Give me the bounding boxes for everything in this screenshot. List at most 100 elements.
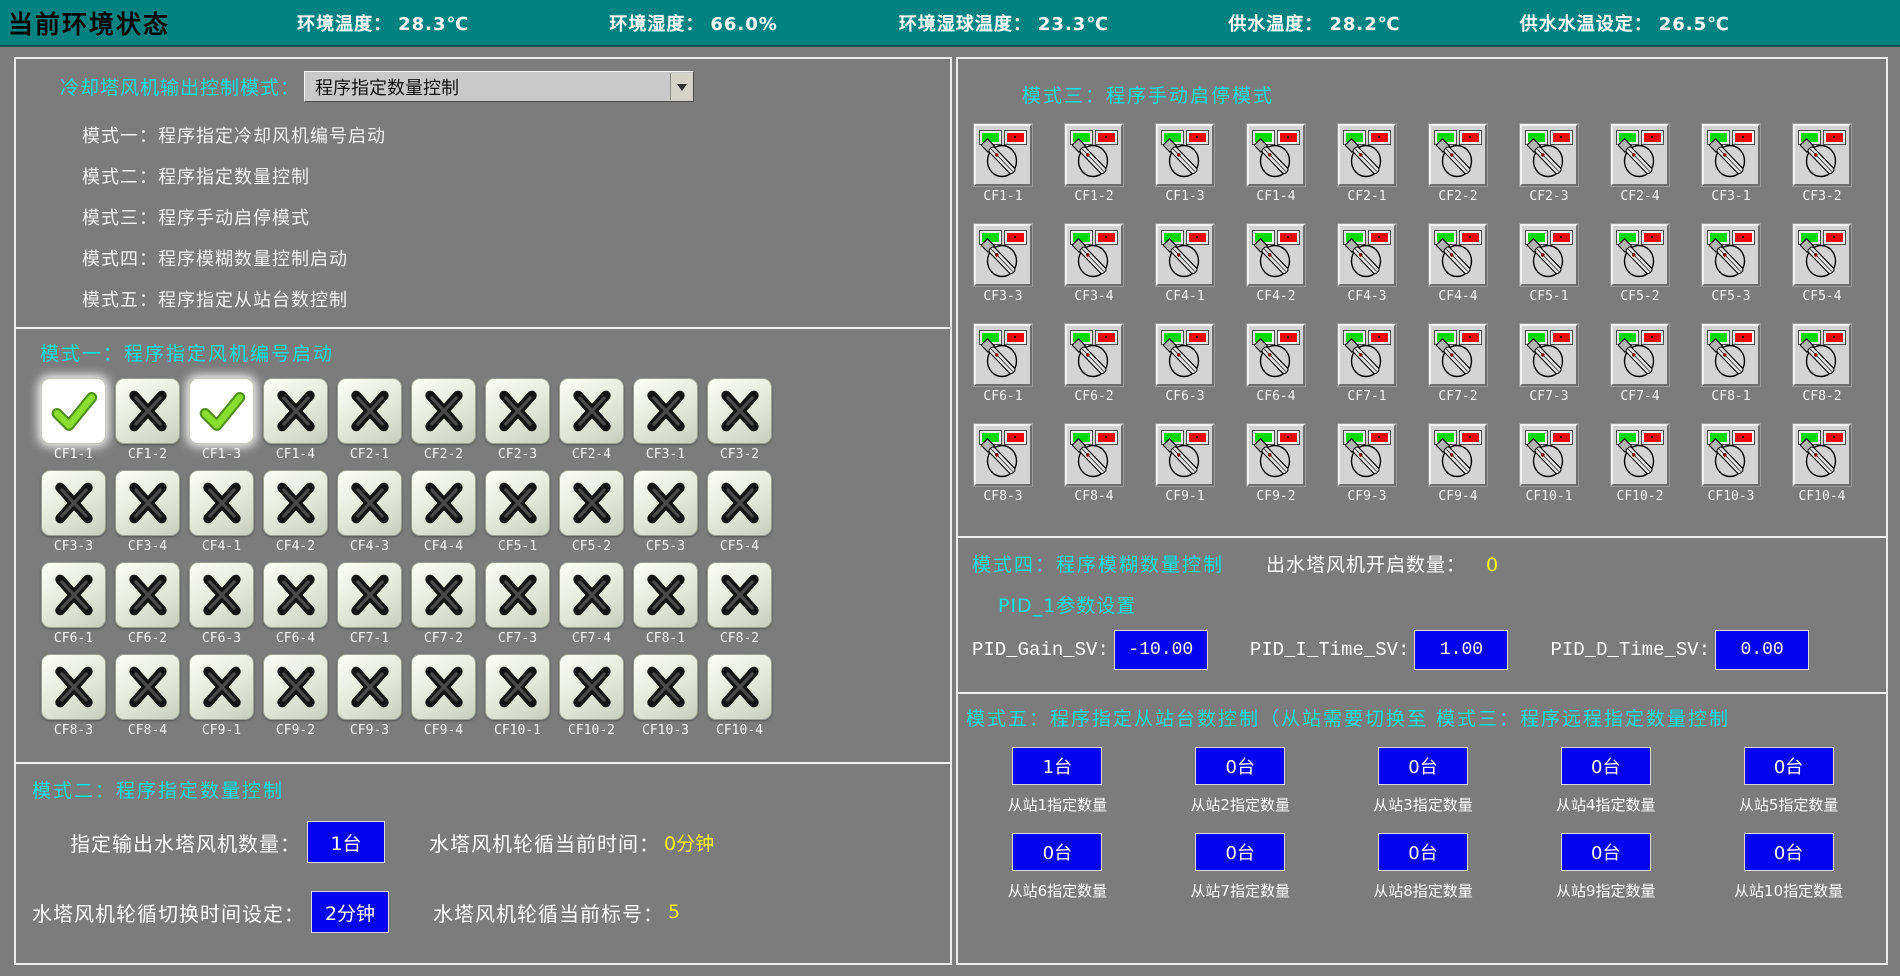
- fan-switch-CF1-2[interactable]: [1065, 124, 1123, 186]
- fan-switch-CF2-3[interactable]: [1520, 124, 1578, 186]
- fan-toggle-CF9-3[interactable]: [337, 654, 402, 720]
- fan-switch-CF4-2[interactable]: [1247, 224, 1305, 286]
- fan-toggle-CF7-4[interactable]: [559, 562, 624, 628]
- cycle-switch-time-input[interactable]: 2分钟: [311, 891, 389, 933]
- slave-10-count-input[interactable]: 0台: [1744, 833, 1834, 871]
- fan-switch-CF6-2[interactable]: [1065, 324, 1123, 386]
- pid-d-time-input[interactable]: 0.00: [1715, 630, 1809, 670]
- chevron-down-icon[interactable]: [670, 73, 692, 100]
- fan-switch-CF6-3[interactable]: [1156, 324, 1214, 386]
- fan-switch-CF8-2[interactable]: [1793, 324, 1851, 386]
- rotary-switch-icon: [1163, 338, 1207, 380]
- fan-switch-CF3-1[interactable]: [1702, 124, 1760, 186]
- pid-i-time-input[interactable]: 1.00: [1414, 630, 1508, 670]
- fan-toggle-CF10-3[interactable]: [633, 654, 698, 720]
- fan-switch-CF5-2[interactable]: [1611, 224, 1669, 286]
- fan-switch-CF4-3[interactable]: [1338, 224, 1396, 286]
- fan-toggle-CF10-2[interactable]: [559, 654, 624, 720]
- fan-toggle-CF2-3[interactable]: [485, 378, 550, 444]
- fan-toggle-CF4-2[interactable]: [263, 470, 328, 536]
- slave-5-count-input[interactable]: 0台: [1744, 747, 1834, 785]
- fan-toggle-CF2-4[interactable]: [559, 378, 624, 444]
- fan-toggle-CF1-2[interactable]: [115, 378, 180, 444]
- fan-label: CF9-4: [410, 723, 477, 738]
- fan-qty-input[interactable]: 1台: [307, 821, 385, 863]
- fan-toggle-CF8-3[interactable]: [41, 654, 106, 720]
- fan-switch-CF2-2[interactable]: [1429, 124, 1487, 186]
- fan-toggle-CF6-3[interactable]: [189, 562, 254, 628]
- fan-toggle-CF2-1[interactable]: [337, 378, 402, 444]
- fan-toggle-CF7-2[interactable]: [411, 562, 476, 628]
- fan-toggle-CF3-3[interactable]: [41, 470, 106, 536]
- fan-switch-CF8-1[interactable]: [1702, 324, 1760, 386]
- fan-switch-CF9-3[interactable]: [1338, 424, 1396, 486]
- fan-toggle-CF3-4[interactable]: [115, 470, 180, 536]
- fan-toggle-CF6-2[interactable]: [115, 562, 180, 628]
- slave-2-count-input[interactable]: 0台: [1195, 747, 1285, 785]
- fan-switch-CF4-4[interactable]: [1429, 224, 1487, 286]
- fan-toggle-CF5-4[interactable]: [707, 470, 772, 536]
- slave-8-count-input[interactable]: 0台: [1378, 833, 1468, 871]
- fan-switch-CF5-4[interactable]: [1793, 224, 1851, 286]
- fan-toggle-CF5-3[interactable]: [633, 470, 698, 536]
- fan-toggle-CF1-1[interactable]: [41, 378, 106, 444]
- fan-toggle-CF4-4[interactable]: [411, 470, 476, 536]
- fan-switch-CF7-4[interactable]: [1611, 324, 1669, 386]
- fan-toggle-CF5-1[interactable]: [485, 470, 550, 536]
- fan-toggle-CF3-2[interactable]: [707, 378, 772, 444]
- fan-toggle-CF8-1[interactable]: [633, 562, 698, 628]
- fan-toggle-CF8-2[interactable]: [707, 562, 772, 628]
- fan-toggle-CF10-1[interactable]: [485, 654, 550, 720]
- fan-switch-CF3-3[interactable]: [974, 224, 1032, 286]
- fan-toggle-CF7-3[interactable]: [485, 562, 550, 628]
- fan-switch-CF9-4[interactable]: [1429, 424, 1487, 486]
- fan-switch-CF3-4[interactable]: [1065, 224, 1123, 286]
- fan-switch-CF1-4[interactable]: [1247, 124, 1305, 186]
- slave-7-count-input[interactable]: 0台: [1195, 833, 1285, 871]
- fan-switch-CF10-3[interactable]: [1702, 424, 1760, 486]
- fan-switch-CF9-2[interactable]: [1247, 424, 1305, 486]
- fan-toggle-CF4-1[interactable]: [189, 470, 254, 536]
- fan-switch-CF7-3[interactable]: [1520, 324, 1578, 386]
- fan-switch-CF4-1[interactable]: [1156, 224, 1214, 286]
- fan-toggle-CF6-1[interactable]: [41, 562, 106, 628]
- fan-switch-CF7-2[interactable]: [1429, 324, 1487, 386]
- fan-toggle-CF9-1[interactable]: [189, 654, 254, 720]
- slave-9-count-input[interactable]: 0台: [1561, 833, 1651, 871]
- fan-switch-CF2-1[interactable]: [1338, 124, 1396, 186]
- fan-control-mode-select[interactable]: 程序指定数量控制: [304, 71, 694, 102]
- fan-toggle-CF9-4[interactable]: [411, 654, 476, 720]
- fan-toggle-CF7-1[interactable]: [337, 562, 402, 628]
- fan-toggle-CF2-2[interactable]: [411, 378, 476, 444]
- fan-cell: CF6-4: [262, 562, 329, 646]
- fan-switch-CF10-1[interactable]: [1520, 424, 1578, 486]
- fan-switch-CF8-4[interactable]: [1065, 424, 1123, 486]
- fan-switch-CF7-1[interactable]: [1338, 324, 1396, 386]
- fan-switch-CF9-1[interactable]: [1156, 424, 1214, 486]
- fan-switch-CF3-2[interactable]: [1793, 124, 1851, 186]
- fan-toggle-CF5-2[interactable]: [559, 470, 624, 536]
- fan-toggle-CF1-3[interactable]: [189, 378, 254, 444]
- fan-toggle-CF4-3[interactable]: [337, 470, 402, 536]
- fan-toggle-CF9-2[interactable]: [263, 654, 328, 720]
- slave-4-count-input[interactable]: 0台: [1561, 747, 1651, 785]
- fan-switch-CF10-2[interactable]: [1611, 424, 1669, 486]
- slave-1-count-input[interactable]: 1台: [1012, 747, 1102, 785]
- fan-switch-CF10-4[interactable]: [1793, 424, 1851, 486]
- fan-switch-CF6-4[interactable]: [1247, 324, 1305, 386]
- fan-switch-CF8-3[interactable]: [974, 424, 1032, 486]
- fan-switch-CF5-1[interactable]: [1520, 224, 1578, 286]
- fan-switch-CF6-1[interactable]: [974, 324, 1032, 386]
- fan-switch-CF2-4[interactable]: [1611, 124, 1669, 186]
- fan-switch-CF1-1[interactable]: [974, 124, 1032, 186]
- fan-toggle-CF10-4[interactable]: [707, 654, 772, 720]
- fan-switch-CF1-3[interactable]: [1156, 124, 1214, 186]
- fan-toggle-CF6-4[interactable]: [263, 562, 328, 628]
- fan-toggle-CF1-4[interactable]: [263, 378, 328, 444]
- fan-toggle-CF8-4[interactable]: [115, 654, 180, 720]
- fan-toggle-CF3-1[interactable]: [633, 378, 698, 444]
- fan-switch-CF5-3[interactable]: [1702, 224, 1760, 286]
- slave-6-count-input[interactable]: 0台: [1012, 833, 1102, 871]
- pid-gain-input[interactable]: -10.00: [1114, 630, 1208, 670]
- slave-3-count-input[interactable]: 0台: [1378, 747, 1468, 785]
